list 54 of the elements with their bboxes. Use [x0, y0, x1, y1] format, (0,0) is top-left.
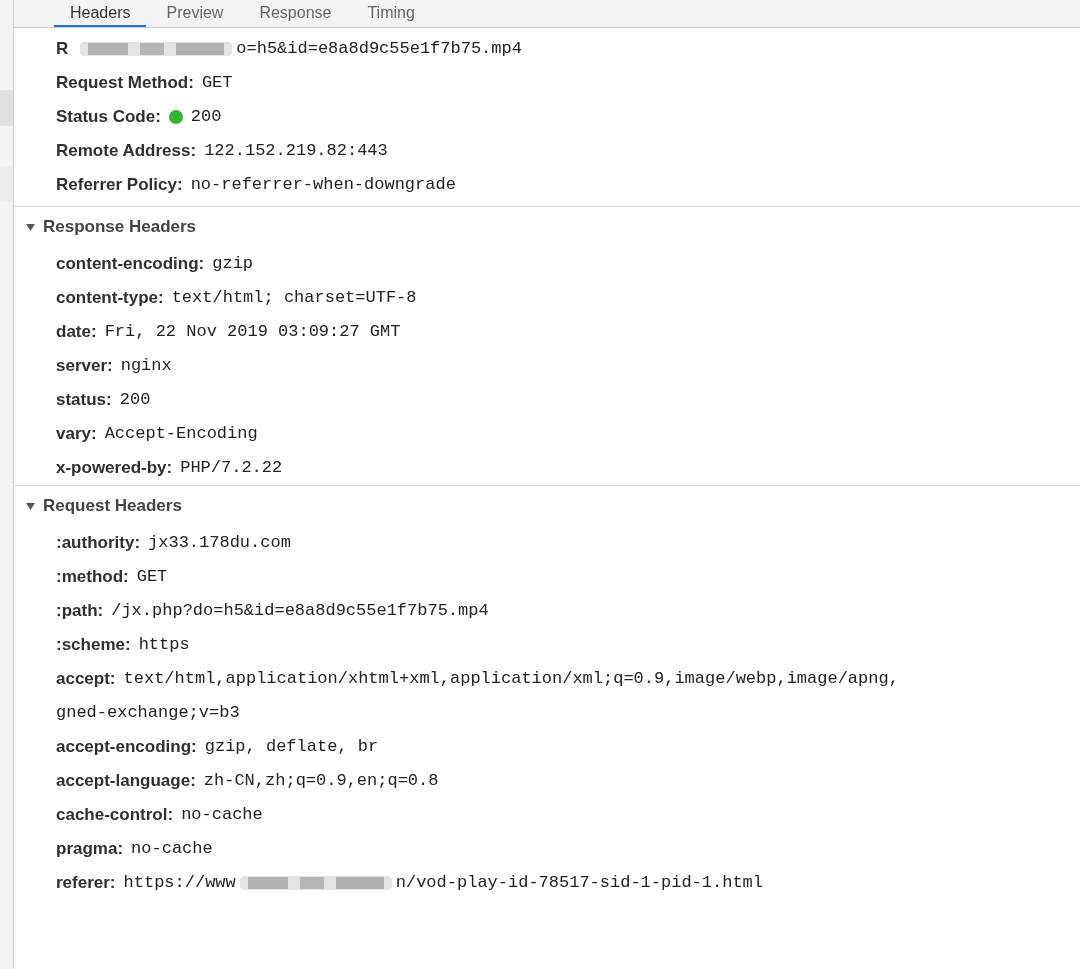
header-name: cache-control:	[56, 804, 174, 827]
header-name: status:	[56, 389, 112, 412]
header-value: PHP/7.2.22	[180, 457, 283, 480]
header-name: :authority:	[56, 532, 141, 555]
tab[interactable]: Timing	[351, 0, 431, 27]
header-value: gzip	[212, 253, 254, 276]
header-value: text/html; charset=UTF-8	[171, 287, 417, 310]
header-name: accept-language:	[56, 770, 196, 793]
disclosure-icon	[26, 223, 35, 231]
header-name: :scheme:	[56, 634, 131, 657]
tab[interactable]: Preview	[150, 0, 240, 27]
header-name: content-type:	[56, 287, 164, 310]
header-value: gned-exchange;v=b3	[56, 702, 240, 725]
header-value: gzip, deflate, br	[204, 736, 379, 759]
header-value: 200	[119, 389, 151, 412]
header-name: Remote Address:	[56, 140, 197, 163]
tab[interactable]: Headers	[54, 0, 147, 27]
disclosure-icon	[26, 502, 35, 510]
header-name: vary:	[56, 423, 97, 446]
header-value: text/html,application/xhtml+xml,application/xml;q=0.9,image/webp,image/apng,	[123, 668, 899, 691]
header-value: https://www	[123, 872, 236, 895]
header-name: date:	[56, 321, 97, 344]
header-value: zh-CN,zh;q=0.9,en;q=0.8	[203, 770, 439, 793]
header-name: accept:	[56, 668, 116, 691]
header-value: Accept-Encoding	[104, 423, 258, 446]
header-value: no-cache	[131, 838, 213, 861]
header-name: pragma:	[56, 838, 124, 861]
section-header[interactable]: Response Headers	[14, 207, 197, 247]
header-value: no-cache	[181, 804, 263, 827]
header-value: jx33.178du.com	[148, 532, 291, 555]
header-name: referer:	[56, 872, 116, 895]
header-name: :method:	[56, 566, 129, 589]
header-value: 200	[190, 106, 222, 129]
header-value: nginx	[120, 355, 172, 378]
header-name: Referrer Policy:	[56, 174, 183, 197]
tab[interactable]: Response	[243, 0, 348, 27]
header-name: Request Method:	[56, 72, 194, 95]
header-name: R	[56, 38, 69, 61]
header-value: /jx.php?do=h5&id=e8a8d9c55e1f7b75.mp4	[111, 600, 489, 623]
header-name: server:	[56, 355, 113, 378]
header-value: o=h5&id=e8a8d9c55e1f7b75.mp4	[236, 38, 522, 61]
header-value: no-referrer-when-downgrade	[190, 174, 456, 197]
header-value: n/vod-play-id-78517-sid-1-pid-1.html	[395, 872, 764, 895]
header-value: 122.152.219.82:443	[204, 140, 388, 163]
header-value: Fri, 22 Nov 2019 03:09:27 GMT	[104, 321, 401, 344]
header-name: accept-encoding:	[56, 736, 197, 759]
header-name: Status Code:	[56, 106, 161, 129]
section-header[interactable]: Request Headers	[14, 486, 182, 526]
header-name: content-encoding:	[56, 253, 205, 276]
header-value: GET	[136, 566, 168, 589]
header-name: x-powered-by:	[56, 457, 173, 480]
header-value: GET	[201, 72, 233, 95]
header-value: https	[138, 634, 190, 657]
header-name: :path:	[56, 600, 104, 623]
